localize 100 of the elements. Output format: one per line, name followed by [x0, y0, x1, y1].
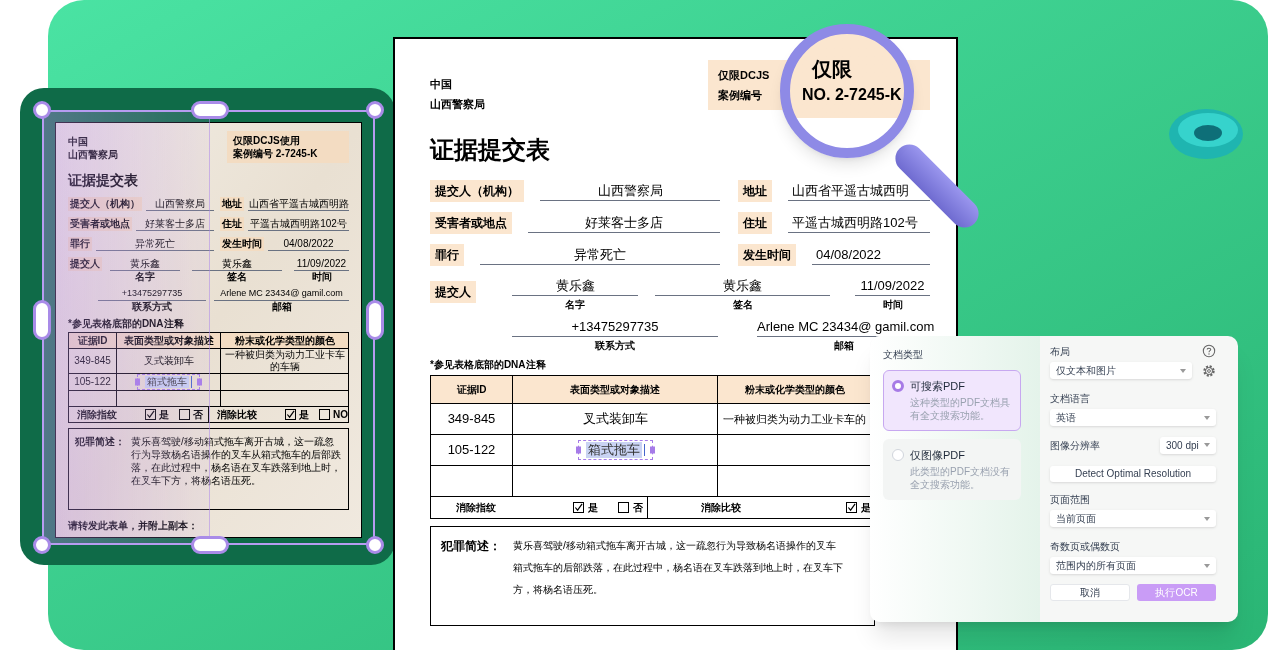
field-label: 提交人: [68, 257, 102, 271]
dropdown-value: 范围内的所有页面: [1056, 559, 1136, 573]
selection-frame[interactable]: [33, 101, 384, 554]
checkbox[interactable]: [285, 409, 296, 420]
field-value: 平遥古城西明路102号: [788, 213, 930, 233]
summary-text: 黄乐喜驾驶/移动箱式拖车离开古城，这一疏忽行为导致杨名语操作的叉车从箱式拖车的后部跌落，在此过程中，杨名语在叉车跌落到地上时，在叉车下方，将杨名语压死。: [131, 435, 342, 488]
field-value: 04/08/2022: [812, 245, 930, 265]
document-type-option[interactable]: 仅图像PDF 此类型的PDF文档没有全文搜索功能。: [883, 439, 1021, 500]
field-value: +13475297735: [512, 318, 718, 337]
table-cell: 105-122: [430, 434, 513, 466]
dropdown-value: 300 dpi: [1166, 438, 1199, 453]
checkbox[interactable]: [846, 502, 857, 513]
field-value: 04/08/2022: [268, 236, 349, 251]
field-label: 发生时间: [220, 236, 264, 251]
detect-resolution-button[interactable]: Detect Optimal Resolution: [1050, 466, 1216, 482]
agency-text: 山西警察局: [430, 97, 485, 112]
table-cell: 一种被归类为动力工业卡车的车辆: [220, 348, 349, 374]
agency-text: 中国: [430, 77, 453, 92]
caret-icon: [1180, 368, 1186, 373]
field-label: 住址: [220, 216, 244, 231]
table-cell: 叉式装卸车: [512, 403, 718, 435]
field-value: 黄乐鑫: [192, 257, 282, 271]
field-caption: 联系方式: [594, 339, 636, 353]
text-selection-frame[interactable]: 箱式拖车: [137, 374, 200, 390]
restricted-text: 案例编号 2-7245-K: [233, 147, 318, 160]
restricted-text: 案例编号: [718, 88, 762, 103]
field-value: 黄乐鑫: [110, 257, 180, 271]
column-header: 证据ID: [430, 375, 513, 404]
section-label: 文档类型: [883, 348, 924, 362]
selection-handle[interactable]: [135, 378, 140, 386]
agency-text: 山西警察局: [68, 148, 118, 161]
resize-handle[interactable]: [33, 300, 51, 340]
field-caption: 邮箱: [832, 339, 855, 353]
help-icon[interactable]: [1202, 344, 1216, 358]
field-value: 好莱客士多店: [528, 213, 720, 233]
dropdown[interactable]: 范围内的所有页面: [1050, 557, 1216, 574]
field-value: Arlene MC 23434@ gamil.com: [214, 287, 349, 301]
checkbox[interactable]: [618, 502, 629, 513]
resize-handle[interactable]: [191, 101, 229, 119]
field-caption: 邮箱: [270, 301, 293, 313]
table-cell: 349-845: [430, 403, 513, 435]
checkbox-group-label: 消除比较: [216, 408, 258, 422]
text-selection-frame[interactable]: 箱式拖车: [577, 440, 653, 460]
checkbox-label: 是: [159, 408, 169, 422]
field-value: 山西警察局: [540, 181, 720, 201]
column-header: 证据ID: [68, 332, 117, 349]
field-value: 山西省平遥古城西明路: [248, 196, 349, 211]
text-cursor: [191, 376, 192, 388]
caret-icon: [1204, 443, 1210, 447]
checkbox[interactable]: [145, 409, 156, 420]
dropdown[interactable]: 仅文本和图片: [1050, 362, 1192, 379]
checkbox[interactable]: [179, 409, 190, 420]
column-header: 表面类型或对象描述: [116, 332, 221, 349]
magnified-text: NO. 2-7245-K: [802, 85, 902, 105]
dropdown-value: 仅文本和图片: [1056, 364, 1116, 378]
resize-handle[interactable]: [191, 536, 229, 554]
field-label: 图像分辨率: [1050, 438, 1100, 453]
field-label: 发生时间: [738, 244, 796, 266]
field-value: 异常死亡: [480, 245, 720, 265]
checkbox-label: 是: [588, 501, 598, 515]
resize-handle[interactable]: [366, 300, 384, 340]
radio-icon: [892, 449, 904, 461]
field-caption: 时间: [881, 298, 904, 312]
footnote-text: *参见表格底部的DNA注释: [430, 358, 547, 372]
selected-text[interactable]: 箱式拖车: [585, 442, 642, 458]
radio-icon: [892, 380, 904, 392]
field-caption: 签名: [226, 271, 248, 283]
field-label: 受害者或地点: [68, 216, 132, 231]
dropdown[interactable]: 英语: [1050, 409, 1216, 426]
field-label: 罪行: [430, 244, 464, 266]
selection-handle[interactable]: [575, 446, 581, 454]
checkbox[interactable]: [319, 409, 330, 420]
settings-icon[interactable]: [1202, 363, 1216, 378]
summary-text: 黄乐喜驾驶/移动箱式拖车离开古城，这一疏忽行为导致杨名语操作的叉车: [513, 539, 837, 553]
checkbox-group-label: 消除指纹: [455, 501, 497, 515]
caret-icon: [1204, 415, 1210, 420]
agency-text: 中国: [68, 135, 89, 148]
cancel-button[interactable]: 取消: [1050, 584, 1130, 601]
field-value: +13475297735: [98, 287, 206, 301]
column-header: 表面类型或对象描述: [512, 375, 718, 404]
field-label: 提交人: [430, 281, 476, 303]
column-header: 粉末或化学类型的颜色: [717, 375, 872, 404]
form-title: 证据提交表: [68, 171, 139, 189]
checkbox-group-label: 消除比较: [700, 501, 742, 515]
table-cell: 349-845: [68, 348, 117, 374]
dropdown[interactable]: 当前页面: [1050, 510, 1216, 527]
field-value: 11/09/2022: [855, 277, 930, 296]
checkbox-label: 否: [633, 501, 643, 515]
footnote-text: *参见表格底部的DNA注释: [68, 317, 185, 330]
checkbox[interactable]: [573, 502, 584, 513]
option-description: 这种类型的PDF文档具有全文搜索功能。: [910, 396, 1011, 422]
field-label: 罪行: [68, 236, 92, 251]
dropdown[interactable]: 300 dpi: [1160, 436, 1216, 454]
selection-handle[interactable]: [197, 378, 202, 386]
form-title: 证据提交表: [430, 135, 551, 165]
field-label: 页面范围: [1050, 492, 1090, 507]
dropdown-value: 当前页面: [1056, 512, 1096, 526]
document-type-option[interactable]: 可搜索PDF 这种类型的PDF文档具有全文搜索功能。: [883, 370, 1021, 431]
selection-handle[interactable]: [649, 446, 655, 454]
selected-text[interactable]: 箱式拖车: [145, 376, 189, 388]
